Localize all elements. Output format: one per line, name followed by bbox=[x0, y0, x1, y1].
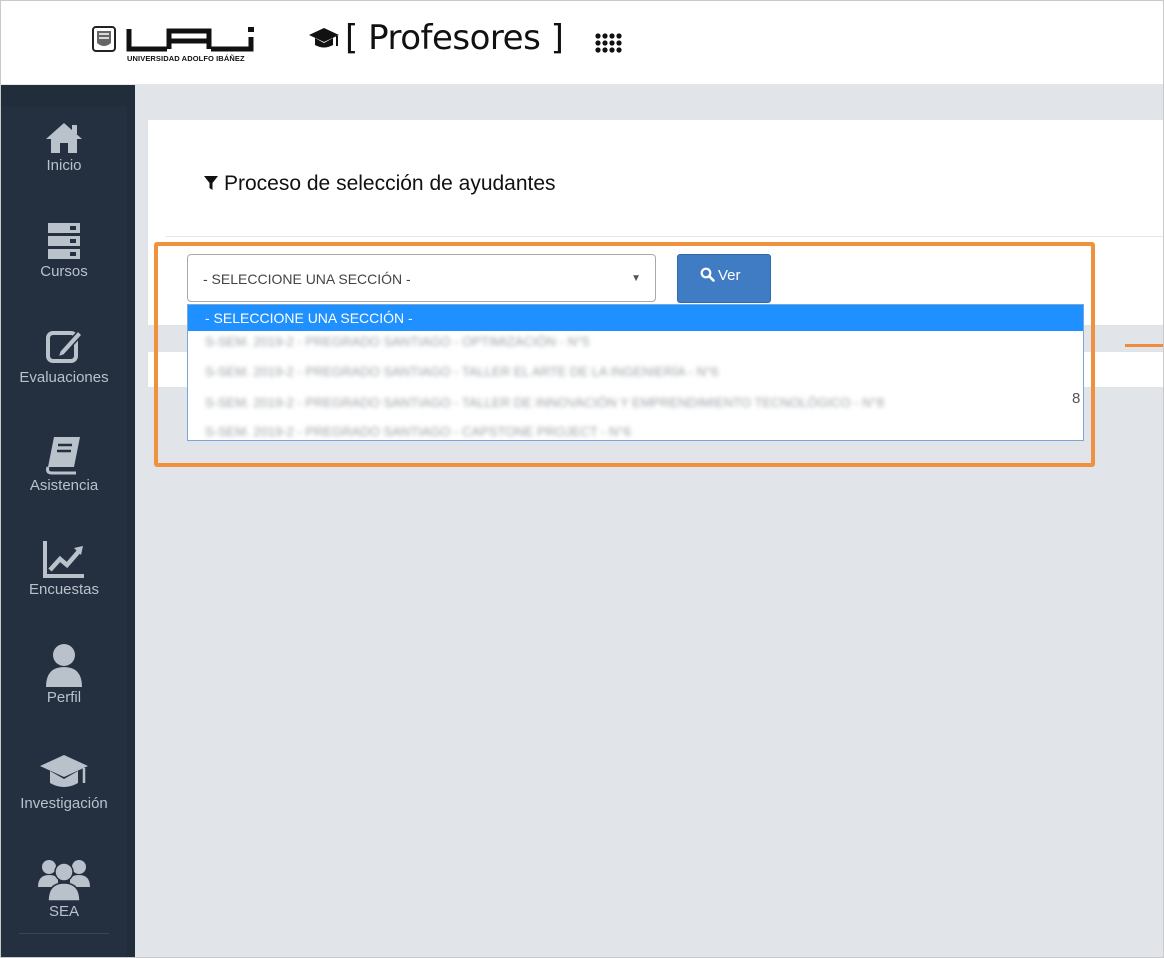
sidebar-item-label: Evaluaciones bbox=[19, 369, 109, 386]
sidebar: Inicio Cursos Evaluaciones Asistencia En… bbox=[1, 85, 135, 957]
page-title-text: Proceso de selección de ayudantes bbox=[224, 172, 556, 195]
dropdown-option[interactable]: S-SEM. 2019-2 - PREGRADO SANTIAGO - TALL… bbox=[188, 390, 1083, 416]
sidebar-item-inicio[interactable]: Inicio bbox=[1, 121, 127, 174]
uai-logo[interactable]: UNIVERSIDAD ADOLFO IBÁÑEZ bbox=[89, 21, 281, 67]
search-icon bbox=[700, 267, 715, 282]
user-icon bbox=[46, 644, 82, 687]
sidebar-item-label: Encuestas bbox=[28, 581, 100, 598]
line-chart-icon bbox=[43, 541, 84, 578]
sidebar-item-label: Perfil bbox=[46, 689, 82, 706]
section-select-value: - SELECCIONE UNA SECCIÓN - bbox=[203, 271, 411, 287]
home-icon bbox=[46, 123, 82, 153]
sidebar-item-encuestas[interactable]: Encuestas bbox=[1, 539, 127, 598]
sidebar-item-label: SEA bbox=[48, 903, 79, 920]
sidebar-item-sea[interactable]: SEA bbox=[1, 857, 127, 920]
top-header: UNIVERSIDAD ADOLFO IBÁÑEZ [ Profesores ] bbox=[1, 1, 1163, 85]
edit-icon bbox=[46, 329, 84, 363]
app-window: UNIVERSIDAD ADOLFO IBÁÑEZ [ Profesores ] bbox=[0, 0, 1164, 958]
ver-button[interactable]: Ver bbox=[677, 254, 771, 303]
sidebar-item-label: Investigación bbox=[20, 795, 108, 812]
filter-icon bbox=[204, 176, 218, 190]
apps-grid-icon[interactable] bbox=[594, 32, 622, 59]
panel-heading: Proceso de selección de ayudantes bbox=[166, 120, 1163, 237]
dropdown-option[interactable]: S-SEM. 2019-2 - PREGRADO SANTIAGO - TALL… bbox=[188, 359, 1083, 385]
server-icon bbox=[48, 223, 80, 259]
graduation-cap-icon bbox=[40, 755, 88, 787]
sidebar-divider bbox=[19, 933, 109, 934]
page-title: Proceso de selección de ayudantes bbox=[203, 172, 556, 196]
dropdown-option[interactable]: - SELECCIONE UNA SECCIÓN - bbox=[188, 305, 1083, 331]
option-trailing-digit: 8 bbox=[1072, 390, 1081, 407]
sidebar-menu: Inicio Cursos Evaluaciones Asistencia En… bbox=[1, 107, 127, 957]
sidebar-item-cursos[interactable]: Cursos bbox=[1, 221, 127, 280]
sidebar-item-asistencia[interactable]: Asistencia bbox=[1, 435, 127, 494]
book-icon bbox=[46, 437, 80, 475]
sidebar-item-label: Cursos bbox=[40, 263, 88, 280]
dropdown-option[interactable]: S-SEM. 2019-2 - PREGRADO SANTIAGO - OPTI… bbox=[188, 329, 1083, 355]
sidebar-item-investigacion[interactable]: Investigación bbox=[1, 753, 127, 812]
sidebar-item-label: Asistencia bbox=[29, 477, 99, 494]
ver-button-label: Ver bbox=[718, 267, 741, 284]
section-select[interactable]: - SELECCIONE UNA SECCIÓN - ▼ bbox=[187, 254, 656, 302]
sidebar-item-evaluaciones[interactable]: Evaluaciones bbox=[1, 327, 127, 386]
decorative-dash bbox=[1125, 344, 1163, 347]
logo-subtitle: UNIVERSIDAD ADOLFO IBÁÑEZ bbox=[127, 54, 245, 63]
dropdown-option[interactable]: S-SEM. 2019-2 - PREGRADO SANTIAGO - CAPS… bbox=[188, 419, 1083, 440]
users-icon bbox=[38, 860, 90, 901]
app-title: [ Profesores ] bbox=[345, 18, 564, 58]
graduation-cap-icon bbox=[308, 26, 340, 55]
section-dropdown-list: - SELECCIONE UNA SECCIÓN - S-SEM. 2019-2… bbox=[187, 304, 1084, 441]
caret-down-icon: ▼ bbox=[631, 273, 641, 284]
sidebar-item-label: Inicio bbox=[46, 157, 82, 174]
sidebar-item-perfil[interactable]: Perfil bbox=[1, 643, 127, 706]
